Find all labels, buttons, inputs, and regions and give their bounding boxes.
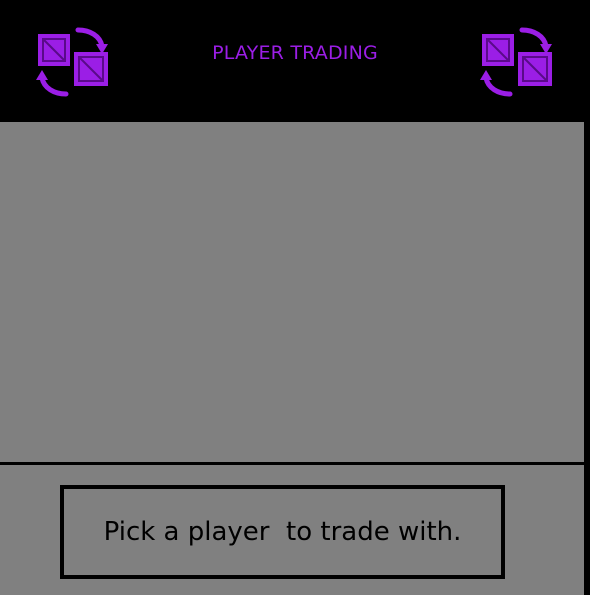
player-list-area[interactable]: [0, 122, 584, 462]
header-bar: PLAYER TRADING: [0, 0, 590, 122]
trade-prompt-text: Pick a player to trade with.: [103, 517, 462, 547]
trade-prompt-box: Pick a player to trade with.: [60, 485, 505, 579]
right-border: [584, 122, 590, 595]
trade-swap-icon: [478, 24, 554, 100]
